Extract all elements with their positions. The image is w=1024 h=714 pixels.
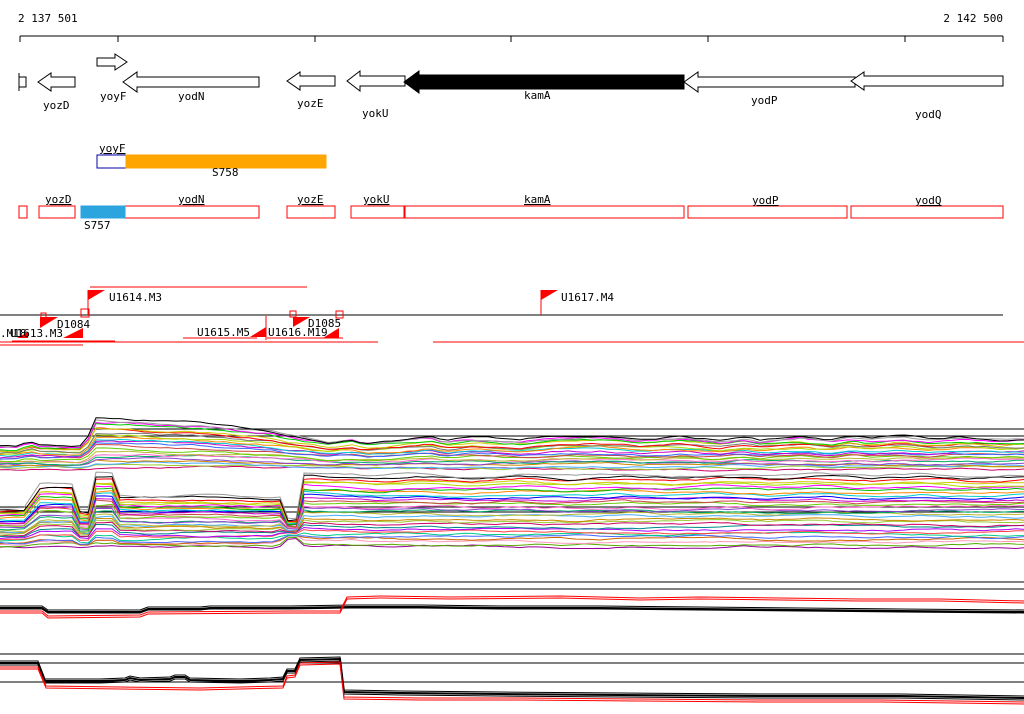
gene-box-label-yozD[interactable]: yozD [45, 193, 72, 206]
feature-flag-marker-U1615.M5[interactable] [250, 327, 266, 337]
genome-browser-scene: yozD yoyF yodN yozE yokU kamA yodP yodQ yoyF S758… [0, 35, 1024, 705]
gene-box-label-yodP[interactable]: yodP [752, 194, 779, 207]
gene-arrow-yokU[interactable] [346, 69, 406, 93]
gene-box-yozE[interactable] [286, 205, 336, 219]
gene-box-label-yodN[interactable]: yodN [178, 193, 205, 206]
gene-arrow-yoyF[interactable] [96, 53, 128, 71]
gene-box-yodN[interactable] [124, 205, 260, 219]
feature-flag-U1617.M4[interactable] [541, 290, 558, 300]
gene-arrow-yodQ[interactable] [850, 71, 1004, 91]
gene-box-label-kamA[interactable]: kamA [524, 193, 551, 206]
feature-flag-U1614.M3[interactable] [88, 290, 105, 300]
gene-arrow-label-yozE: yozE [297, 97, 324, 110]
feature-marker-square-2 [289, 310, 297, 318]
segment-S757-box[interactable] [80, 205, 126, 219]
feature-flag-label-U1617.M4[interactable]: U1617.M4 [561, 291, 614, 304]
gene-box-yokU[interactable] [350, 205, 405, 219]
gene-arrow-label-kamA: kamA [524, 89, 551, 102]
profile-line-lower-bundle-15 [0, 509, 1024, 532]
gene-box-label-yodQ[interactable]: yodQ [915, 194, 942, 207]
gene-arrow-yodN[interactable] [122, 71, 260, 93]
gene-arrow-yozE[interactable] [286, 71, 336, 91]
segment-S758-label: S758 [212, 166, 239, 179]
gene-arrow-label-yokU: yokU [362, 107, 389, 120]
gene-arrow-yozD[interactable] [37, 72, 76, 92]
gene-arrow-label-yodN: yodN [178, 90, 205, 103]
feature-flag-label-U1614.M3[interactable]: U1614.M3 [109, 291, 162, 304]
segment-yoyF-box[interactable] [96, 154, 127, 169]
gene-box-partial [18, 205, 28, 219]
gene-box-label-yokU[interactable]: yokU [363, 193, 390, 206]
gene-box-yozD[interactable] [38, 205, 76, 219]
gene-box-yodQ[interactable] [850, 205, 1004, 219]
gene-box-kamA[interactable] [404, 205, 685, 219]
segment-S757-label: S757 [84, 219, 111, 232]
segment-yoyF-label[interactable]: yoyF [99, 142, 126, 155]
gene-arrow-label-yoyF: yoyF [100, 90, 127, 103]
gene-arrow-label-yozD: yozD [43, 99, 70, 112]
genome-browser-canvas: 2 137 501 2 142 500 yozD yoyF yodN yozE yokU… [0, 0, 1024, 714]
gene-box-yodP[interactable] [687, 205, 848, 219]
feature-flag-label-U1613.M3[interactable]: U1613.M3 [10, 327, 63, 340]
partial-gene-box [18, 76, 27, 88]
feature-flag-label-U1616.M19[interactable]: U1616.M19 [268, 326, 328, 339]
feature-flag-label-U1615.M5[interactable]: U1615.M5 [197, 326, 250, 339]
gene-arrow-yodP[interactable] [683, 71, 856, 93]
gene-arrow-label-yodQ: yodQ [915, 108, 942, 121]
gene-box-label-yozE[interactable]: yozE [297, 193, 324, 206]
gene-arrow-label-yodP: yodP [751, 94, 778, 107]
